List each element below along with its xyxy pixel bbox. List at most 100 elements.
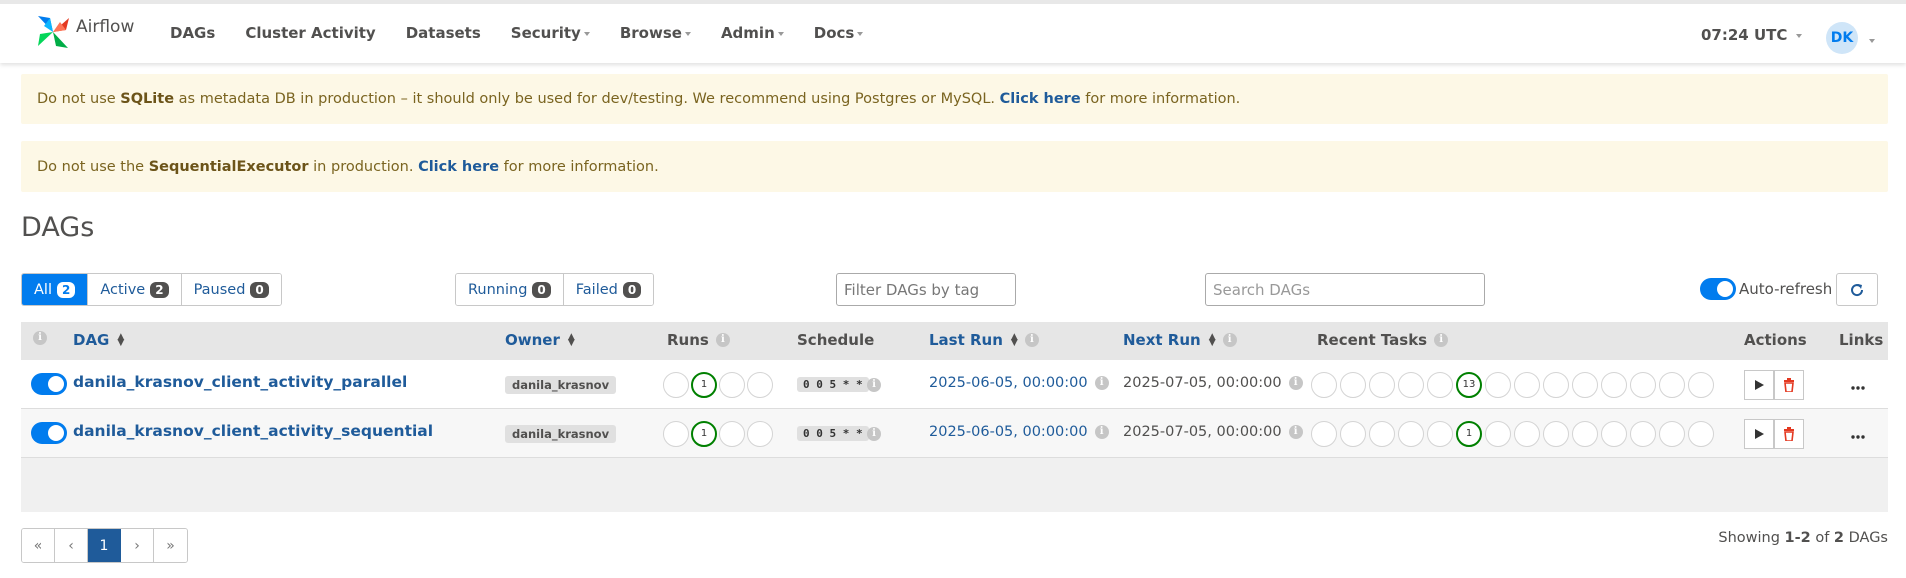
nav-dags[interactable]: DAGs <box>170 24 215 42</box>
user-avatar[interactable]: DK <box>1826 22 1858 54</box>
task-state-circle[interactable] <box>1311 372 1337 398</box>
task-state-circle[interactable] <box>1398 372 1424 398</box>
search-dags-input[interactable]: Search DAGs <box>1205 273 1485 306</box>
last-page-button[interactable]: » <box>154 529 187 562</box>
task-state-circle[interactable] <box>1485 421 1511 447</box>
info-icon[interactable]: i <box>867 427 881 441</box>
task-state-circle[interactable] <box>1630 372 1656 398</box>
header-schedule: Schedule <box>797 331 874 349</box>
task-state-circle[interactable] <box>1659 421 1685 447</box>
filter-paused-button[interactable]: Paused 0 <box>181 274 281 305</box>
run-state-circle[interactable] <box>663 372 689 398</box>
header-dag[interactable]: DAG ▲ ▼ <box>73 331 124 349</box>
nav-docs[interactable]: Docs <box>814 24 864 42</box>
task-state-success-circle[interactable]: 1 <box>1456 421 1482 447</box>
run-state-circle[interactable] <box>719 372 745 398</box>
brand-name: Airflow <box>76 17 135 37</box>
task-state-circle[interactable] <box>1340 421 1366 447</box>
header-next-run[interactable]: Next Run ▲ ▼ i <box>1123 331 1237 349</box>
filter-all-button[interactable]: All 2 <box>22 274 89 305</box>
task-state-circle[interactable] <box>1688 421 1714 447</box>
filter-running-label: Running <box>468 281 528 298</box>
info-icon[interactable]: i <box>715 333 730 347</box>
filter-running-button[interactable]: Running 0 <box>456 274 564 305</box>
owner-tag[interactable]: danila_krasnov <box>505 425 617 443</box>
prev-page-button[interactable]: ‹ <box>55 529 88 562</box>
click-here-link[interactable]: Click here <box>1000 91 1081 107</box>
utc-clock[interactable]: 07:24 UTC <box>1701 26 1803 44</box>
task-state-circle[interactable] <box>1543 421 1569 447</box>
nav-browse[interactable]: Browse <box>620 24 691 42</box>
task-state-circle[interactable] <box>1659 372 1685 398</box>
info-icon[interactable]: i <box>1024 333 1039 347</box>
run-state-circle[interactable] <box>747 421 773 447</box>
schedule-badge[interactable]: 0 0 5 * * <box>797 426 869 441</box>
run-state-circle[interactable] <box>719 421 745 447</box>
filter-all-label: All <box>34 281 52 298</box>
task-state-circle[interactable] <box>1485 372 1511 398</box>
task-state-circle[interactable] <box>1427 372 1453 398</box>
nav-admin[interactable]: Admin <box>721 24 784 42</box>
next-page-button[interactable]: › <box>121 529 154 562</box>
task-state-success-circle[interactable]: 13 <box>1456 372 1482 398</box>
dag-id-link[interactable]: danila_krasnov_client_activity_sequentia… <box>73 422 433 440</box>
info-icon[interactable]: i <box>1288 376 1303 390</box>
current-page-button[interactable]: 1 <box>88 529 121 562</box>
last-run-date[interactable]: 2025-06-05, 00:00:00 i <box>929 424 1109 440</box>
task-state-circle[interactable] <box>1369 421 1395 447</box>
dag-id-link[interactable]: danila_krasnov_client_activity_parallel <box>73 373 407 391</box>
delete-dag-button[interactable] <box>1774 419 1804 449</box>
trigger-dag-button[interactable] <box>1744 419 1774 449</box>
task-state-circle[interactable] <box>1543 372 1569 398</box>
task-state-circle[interactable] <box>1630 421 1656 447</box>
last-run-date[interactable]: 2025-06-05, 00:00:00 i <box>929 375 1109 391</box>
dag-pause-toggle[interactable] <box>31 373 67 395</box>
task-state-circle[interactable] <box>1398 421 1424 447</box>
filter-active-button[interactable]: Active 2 <box>88 274 182 305</box>
nav-cluster-activity[interactable]: Cluster Activity <box>245 24 375 42</box>
task-state-circle[interactable] <box>1601 421 1627 447</box>
first-page-button[interactable]: « <box>22 529 55 562</box>
delete-dag-button[interactable] <box>1774 370 1804 400</box>
links-menu-button[interactable] <box>1851 374 1865 395</box>
task-state-circle[interactable] <box>1369 372 1395 398</box>
task-state-circle[interactable] <box>1427 421 1453 447</box>
info-icon[interactable]: i <box>1222 333 1237 347</box>
run-state-success-circle[interactable]: 1 <box>691 421 717 447</box>
header-owner[interactable]: Owner ▲ ▼ <box>505 331 575 349</box>
info-icon[interactable]: i <box>1094 376 1109 390</box>
schedule-badge[interactable]: 0 0 5 * * <box>797 377 869 392</box>
task-state-circle[interactable] <box>1311 421 1337 447</box>
auto-refresh-control: Auto-refresh <box>1700 278 1832 300</box>
refresh-button[interactable] <box>1836 273 1878 306</box>
tag-filter-input[interactable]: Filter DAGs by tag <box>836 273 1016 306</box>
trigger-dag-button[interactable] <box>1744 370 1774 400</box>
next-run-date: 2025-07-05, 00:00:00 i <box>1123 375 1303 391</box>
run-state-circle[interactable] <box>663 421 689 447</box>
info-icon[interactable]: i <box>33 331 47 345</box>
info-icon[interactable]: i <box>867 378 881 392</box>
info-icon[interactable]: i <box>1094 425 1109 439</box>
airflow-brand[interactable]: Airflow <box>34 12 134 52</box>
run-state-circle[interactable] <box>747 372 773 398</box>
info-icon[interactable]: i <box>1434 333 1449 347</box>
task-state-circle[interactable] <box>1572 372 1598 398</box>
task-state-circle[interactable] <box>1601 372 1627 398</box>
run-state-success-circle[interactable]: 1 <box>691 372 717 398</box>
count-badge: 0 <box>622 281 642 298</box>
nav-datasets[interactable]: Datasets <box>406 24 481 42</box>
task-state-circle[interactable] <box>1688 372 1714 398</box>
info-icon[interactable]: i <box>1288 425 1303 439</box>
task-state-circle[interactable] <box>1514 372 1540 398</box>
header-last-run[interactable]: Last Run ▲ ▼ i <box>929 331 1039 349</box>
click-here-link[interactable]: Click here <box>418 159 499 175</box>
filter-failed-button[interactable]: Failed 0 <box>563 274 654 305</box>
owner-tag[interactable]: danila_krasnov <box>505 376 617 394</box>
task-state-circle[interactable] <box>1514 421 1540 447</box>
nav-security[interactable]: Security <box>511 24 590 42</box>
task-state-circle[interactable] <box>1572 421 1598 447</box>
dag-pause-toggle[interactable] <box>31 422 67 444</box>
task-state-circle[interactable] <box>1340 372 1366 398</box>
links-menu-button[interactable] <box>1851 423 1865 444</box>
auto-refresh-toggle[interactable] <box>1700 278 1736 300</box>
